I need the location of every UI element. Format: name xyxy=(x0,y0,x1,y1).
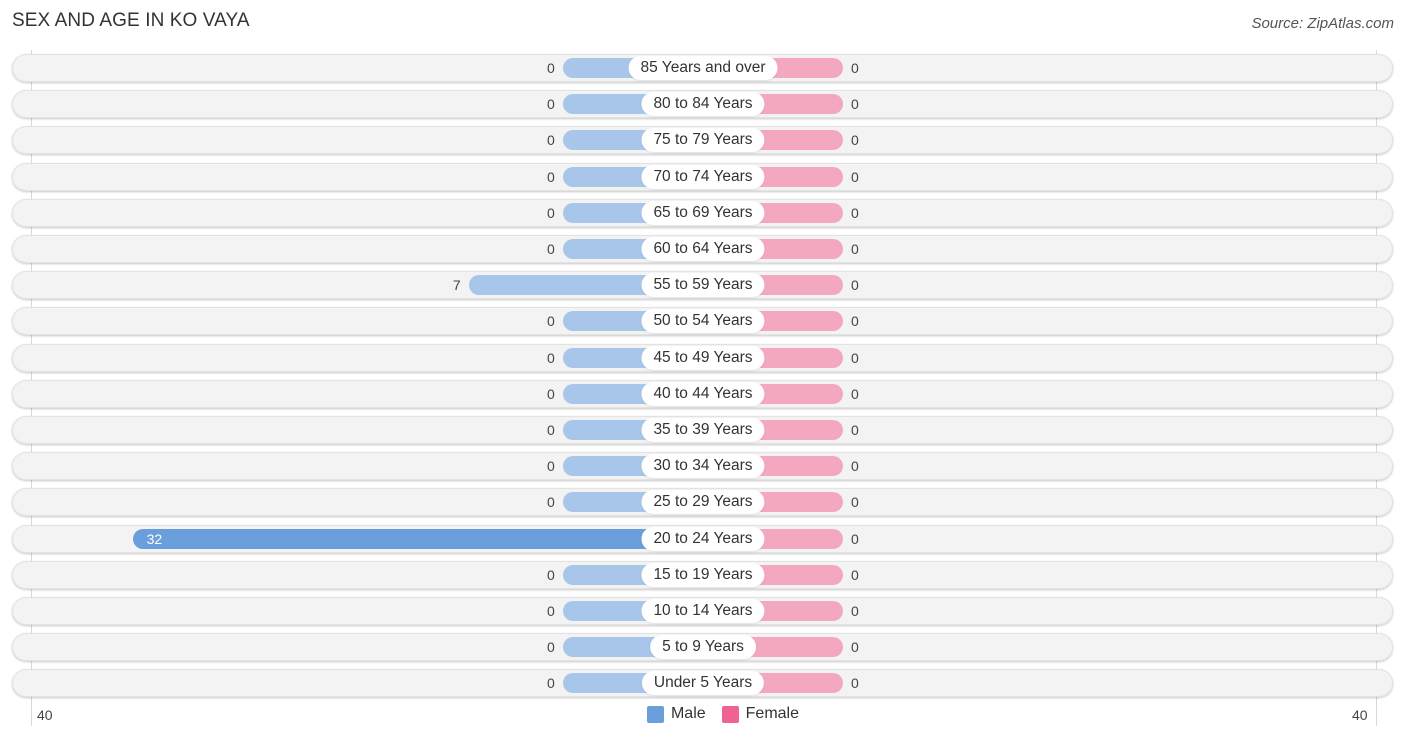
category-label: 60 to 64 Years xyxy=(641,237,765,261)
value-label-female: 0 xyxy=(851,494,859,511)
value-label-male: 0 xyxy=(547,313,555,330)
legend-label-female: Female xyxy=(745,705,800,722)
category-label: 75 to 79 Years xyxy=(641,128,765,153)
value-label-male: 0 xyxy=(547,422,555,438)
value-label-female: 0 xyxy=(851,168,859,185)
value-label-female: 0 xyxy=(851,639,859,656)
value-label-male: 0 xyxy=(547,204,555,221)
value-label-male: 0 xyxy=(547,675,555,692)
value-label-female: 0 xyxy=(851,277,859,294)
category-label: 15 to 19 Years xyxy=(641,562,765,587)
value-label-female: 0 xyxy=(851,530,859,547)
value-label-male: 7 xyxy=(452,277,461,294)
value-label-male: 0 xyxy=(547,349,555,366)
category-label: 20 to 24 Years xyxy=(641,526,765,551)
category-label: 25 to 29 Years xyxy=(641,490,765,515)
value-label-male: 0 xyxy=(547,241,555,257)
legend-swatch-female xyxy=(721,705,739,723)
legend-swatch-male xyxy=(646,705,664,723)
category-label: 70 to 74 Years xyxy=(641,164,765,189)
value-label-female: 0 xyxy=(851,313,859,330)
value-label-female: 0 xyxy=(851,603,859,619)
value-label-female: 0 xyxy=(851,458,859,475)
category-label: 85 Years and over xyxy=(628,56,778,80)
value-label-male: 0 xyxy=(547,60,555,76)
value-label-male: 0 xyxy=(547,132,555,149)
value-label-female: 0 xyxy=(851,566,859,583)
category-label: 80 to 84 Years xyxy=(641,92,765,117)
value-label-male: 0 xyxy=(547,494,555,511)
category-label: 30 to 34 Years xyxy=(641,454,765,479)
category-label: 40 to 44 Years xyxy=(641,381,765,406)
value-label-male: 0 xyxy=(547,458,555,475)
value-label-female: 0 xyxy=(851,675,859,692)
value-label-female: 0 xyxy=(851,60,859,76)
bar-male[interactable] xyxy=(132,528,703,549)
legend-item-male[interactable]: Male xyxy=(646,705,706,723)
category-label: 45 to 49 Years xyxy=(641,345,765,370)
value-label-male: 0 xyxy=(547,96,555,113)
value-label-male: 32 xyxy=(146,530,163,547)
category-label: Under 5 Years xyxy=(641,671,765,696)
value-label-male: 0 xyxy=(547,603,555,619)
category-label: 50 to 54 Years xyxy=(641,309,765,334)
value-label-female: 0 xyxy=(851,96,859,113)
category-label: 10 to 14 Years xyxy=(641,599,765,623)
legend-label-male: Male xyxy=(670,705,706,722)
value-label-female: 0 xyxy=(851,204,859,221)
value-label-female: 0 xyxy=(851,241,859,257)
value-label-male: 0 xyxy=(547,639,555,656)
value-label-male: 0 xyxy=(547,566,555,583)
category-label: 35 to 39 Years xyxy=(641,418,765,442)
value-label-male: 0 xyxy=(547,385,555,402)
source-label: Source: ZipAtlas.com xyxy=(1251,15,1394,32)
legend-item-female[interactable]: Female xyxy=(721,705,800,723)
category-label: 65 to 69 Years xyxy=(641,200,765,225)
value-label-female: 0 xyxy=(851,422,859,438)
chart-title: SEX AND AGE IN KO VAYA xyxy=(12,10,250,31)
category-label: 55 to 59 Years xyxy=(641,273,765,298)
legend: Male Female xyxy=(0,705,1406,723)
value-label-female: 0 xyxy=(851,349,859,366)
value-label-male: 0 xyxy=(547,168,555,185)
value-label-female: 0 xyxy=(851,385,859,402)
value-label-female: 0 xyxy=(851,132,859,149)
category-label: 5 to 9 Years xyxy=(650,635,756,660)
